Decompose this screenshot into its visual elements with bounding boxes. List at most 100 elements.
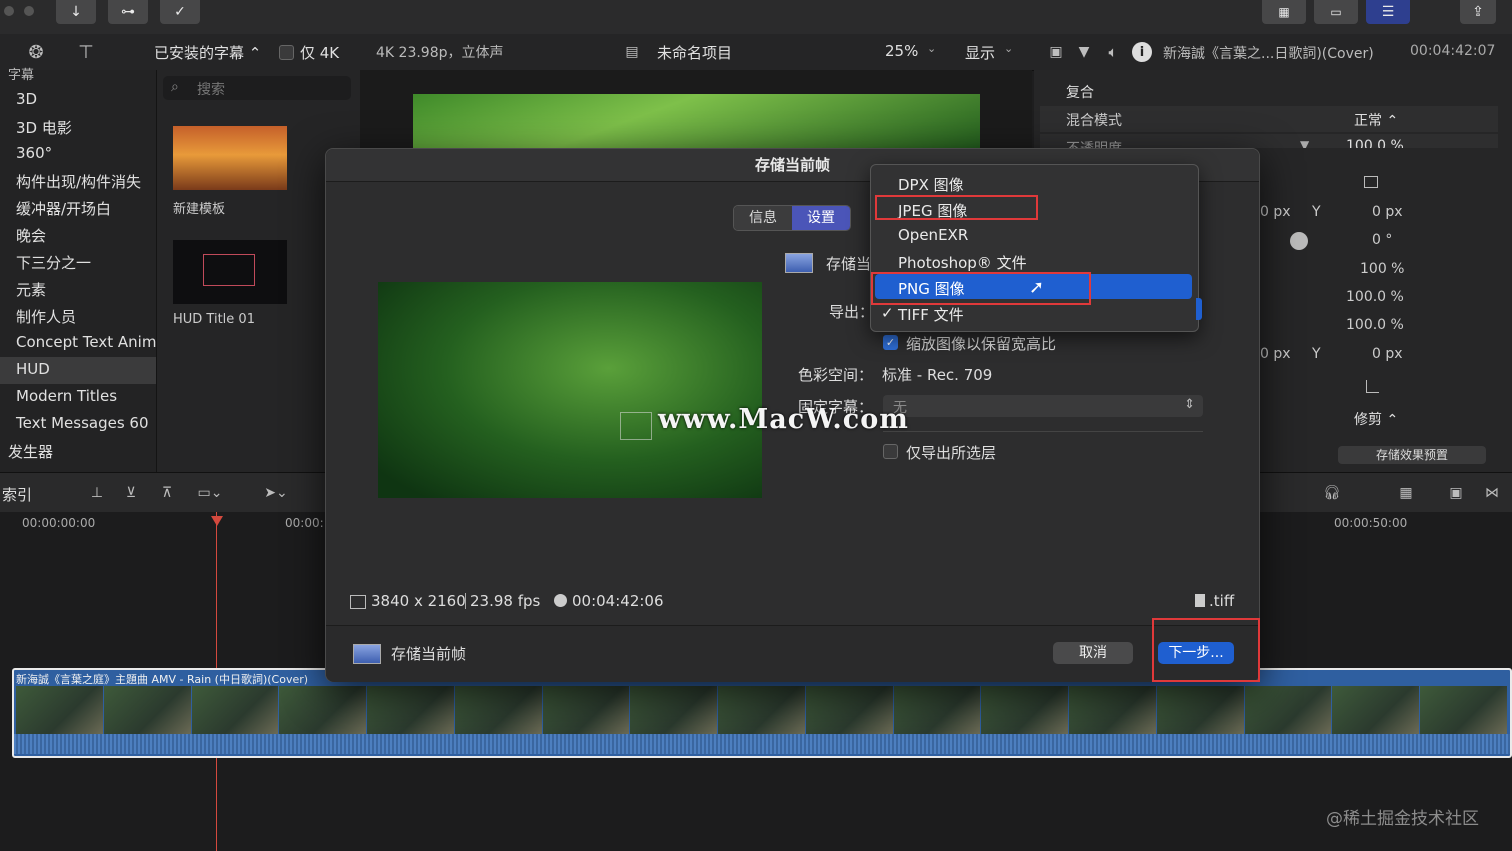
background-tasks-button[interactable]: ✓ [160, 0, 200, 24]
titles-icon[interactable]: ⊤ [74, 40, 98, 64]
menu-item-photoshop[interactable]: Photoshop® 文件 [898, 252, 1027, 273]
opacity-value[interactable]: 100.0 % [1346, 138, 1404, 148]
playhead-handle[interactable] [211, 516, 223, 526]
insert-icon[interactable]: ⊻ [120, 483, 142, 503]
sidebar-item[interactable]: 元素 [16, 279, 46, 300]
footer-title: 存储当前帧 [391, 645, 467, 663]
layout-grid-button[interactable]: ▦ [1262, 0, 1306, 24]
headphones-icon[interactable]: 🎧︎ [1322, 483, 1342, 503]
append-icon[interactable]: ⊼ [156, 483, 178, 503]
inspector-toggle-button[interactable]: ☰ [1366, 0, 1410, 24]
colorspace-label: 色彩空间： [798, 366, 874, 384]
filter-icon[interactable]: ▼ [1074, 42, 1094, 62]
template-thumbnail[interactable] [173, 126, 287, 190]
clapper-icon: ▤ [625, 44, 639, 60]
search-input[interactable]: ⌕ 搜索 [163, 76, 351, 100]
import-button[interactable]: ↓ [56, 0, 96, 24]
keep-aspect-checkbox[interactable]: ✓ [883, 335, 898, 350]
hud-title-thumbnail[interactable] [173, 240, 287, 304]
only-4k-checkbox[interactable] [279, 45, 294, 60]
save-effects-preset-button[interactable]: 存储效果预置 [1338, 446, 1486, 464]
download-icon: ↓ [70, 4, 82, 20]
dialog-footer: 存储当前帧 取消 下一步... [326, 625, 1259, 682]
sidebar-item-hud[interactable]: HUD [16, 360, 50, 378]
layout-strip-button[interactable]: ▭ [1314, 0, 1358, 24]
sidebar-item[interactable]: 360° [16, 144, 52, 162]
crop-type-select[interactable]: 修剪 ⌃ [1354, 409, 1398, 429]
scale-all-value[interactable]: 100 % [1360, 261, 1404, 277]
sidebar-item[interactable]: Text Messages 60 [16, 414, 149, 432]
sidebar-item[interactable]: 下三分之一 [16, 252, 91, 273]
position-x-value[interactable]: 0 px [1260, 204, 1291, 220]
transitions-browser-icon[interactable]: ⋈ [1482, 483, 1502, 503]
timecode-right: 00:00:50:00 [1334, 516, 1408, 530]
window-control-close[interactable] [4, 6, 14, 16]
sidebar-item[interactable]: 制作人员 [16, 306, 76, 327]
info-icon[interactable]: i [1132, 42, 1152, 62]
scale-y-value[interactable]: 100.0 % [1346, 317, 1404, 333]
window-control-minimize[interactable] [24, 6, 34, 16]
photos-icon[interactable]: ❂ [24, 40, 48, 64]
sidebar-item[interactable]: 发生器 [8, 441, 53, 462]
share-button[interactable]: ⇪ [1460, 0, 1496, 24]
menu-item-dpx[interactable]: DPX 图像 [898, 174, 964, 195]
key-icon: ⊶ [121, 4, 135, 20]
popup-button-edge[interactable] [1196, 298, 1202, 320]
position-y-value[interactable]: 0 px [1372, 204, 1403, 220]
tab-settings[interactable]: 设置 [792, 206, 850, 230]
transform-icon[interactable] [1364, 176, 1378, 188]
rotation-value[interactable]: 0 ° [1372, 232, 1392, 248]
display-menu[interactable]: 显示 [965, 42, 995, 63]
search-icon: ⌕ [171, 79, 179, 95]
inspector-timecode: 00:04:42:07 [1410, 43, 1496, 59]
menu-item-tiff[interactable]: TIFF 文件 [898, 304, 964, 325]
anchor-y-value[interactable]: 0 px [1372, 346, 1403, 362]
speaker-icon[interactable]: 🔈︎ [1102, 42, 1124, 62]
frame-rate: 23.98 fps [470, 592, 541, 610]
blend-mode-select[interactable]: 正常 ⌃ [1354, 110, 1398, 130]
sidebar-item[interactable]: Concept Text Anima [16, 333, 166, 351]
search-placeholder: 搜索 [197, 82, 225, 98]
installed-titles-label[interactable]: 已安装的字幕 ⌃ [154, 42, 261, 63]
effects-browser-icon[interactable]: ▣ [1446, 483, 1466, 503]
duration: 00:04:42:06 [572, 592, 664, 610]
watermark-logo [620, 412, 652, 440]
clock-icon [554, 594, 567, 607]
dialog-tabs: 信息 设置 [733, 205, 851, 231]
sidebar-item[interactable]: 3D 电影 [16, 117, 72, 138]
check-circle-icon: ✓ [174, 4, 186, 20]
zoom-menu[interactable]: 25% [885, 42, 918, 60]
file-extension: .tiff [1209, 592, 1235, 610]
index-button[interactable]: 索引 [2, 484, 32, 505]
updown-chevron-icon: ⇕ [1184, 397, 1195, 412]
keep-aspect-label: 缩放图像以保留宽高比 [906, 335, 1057, 353]
slider-thumb-icon[interactable]: ▼ [1300, 138, 1309, 148]
grid-icon: ▦ [1278, 5, 1290, 19]
credit-watermark: @稀土掘金技术社区 [1326, 809, 1479, 829]
position-y-label: Y [1312, 204, 1321, 220]
film-icon[interactable]: ▣ [1046, 42, 1066, 62]
captions-select[interactable]: 无 ⇕ [883, 395, 1203, 417]
sidebar-item[interactable]: 晚会 [16, 225, 46, 246]
overwrite-icon[interactable]: ▭⌄ [192, 483, 228, 503]
keyword-button[interactable]: ⊶ [108, 0, 148, 24]
sidebar-item[interactable]: Modern Titles [16, 387, 117, 405]
cancel-button[interactable]: 取消 [1053, 642, 1133, 664]
connect-icon[interactable]: ⊥ [86, 483, 108, 503]
sidebar-item[interactable]: 构件出现/构件消失 [16, 171, 141, 192]
sidebar-item[interactable]: 缓冲器/开场白 [16, 198, 111, 219]
scale-x-value[interactable]: 100.0 % [1346, 289, 1404, 305]
rotation-dial[interactable] [1290, 232, 1308, 250]
export-format-menu: DPX 图像 JPEG 图像 OpenEXR Photoshop® 文件 PNG… [870, 164, 1199, 332]
crop-icon[interactable] [1366, 380, 1379, 393]
anchor-x-value[interactable]: 0 px [1260, 346, 1291, 362]
clip-appearance-icon[interactable]: ▦ [1396, 483, 1416, 503]
select-tool-icon[interactable]: ➤⌄ [258, 483, 294, 503]
tab-info[interactable]: 信息 [734, 206, 792, 230]
menu-item-openexr[interactable]: OpenEXR [898, 226, 968, 244]
audio-waveform [14, 734, 1510, 754]
sidebar-item[interactable]: 3D [16, 90, 37, 108]
clip-title: 新海誠《言葉之庭》主題曲 AMV - Rain (中日歌詞)(Cover) [16, 673, 309, 686]
hud-graphic [203, 254, 255, 286]
only-selected-checkbox[interactable] [883, 444, 898, 459]
